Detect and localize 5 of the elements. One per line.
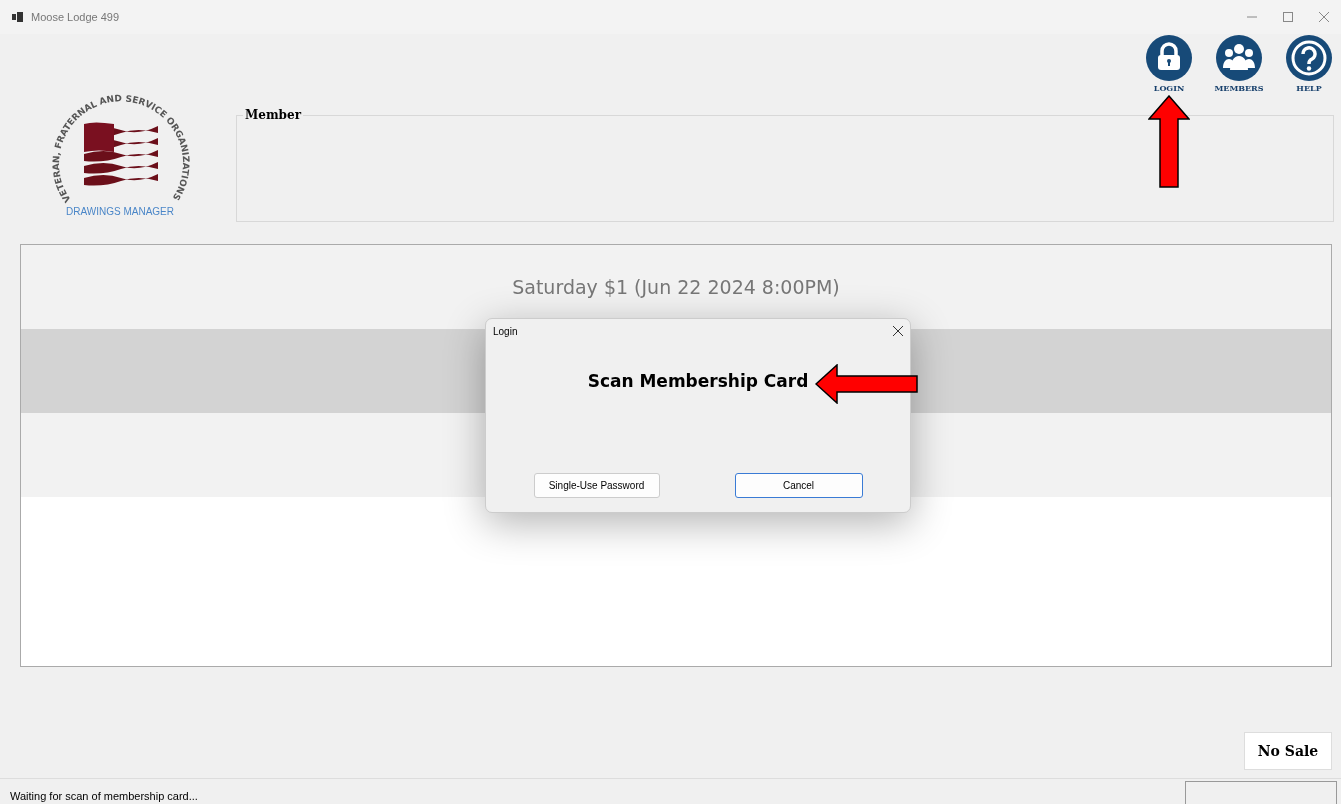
status-text: Waiting for scan of membership card...	[10, 790, 198, 804]
window-title: Moose Lodge 499	[31, 11, 120, 23]
group-title: Member	[243, 108, 303, 122]
logo-caption: DRAWINGS MANAGER	[66, 206, 174, 217]
dialog-message: Scan Membership Card	[586, 371, 810, 391]
